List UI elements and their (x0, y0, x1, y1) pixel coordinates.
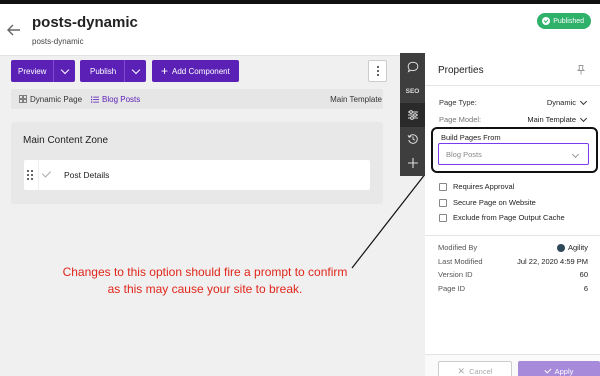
add-button[interactable] (400, 151, 425, 175)
checkbox[interactable] (439, 213, 447, 222)
drag-handle-icon[interactable] (27, 170, 33, 180)
panel-title: Properties (438, 65, 484, 76)
grid-icon (19, 95, 27, 103)
modified-by-label: Modified By (438, 243, 478, 252)
page-model-value: Main Template (527, 115, 576, 124)
breadcrumb: Dynamic Page Blog Posts Main Template (11, 89, 383, 109)
checkbox-label: Requires Approval (453, 182, 515, 191)
apply-button-label: Apply (554, 366, 574, 376)
checkbox[interactable] (439, 182, 447, 191)
properties-panel: Properties Page Type: Dynamic Page Model… (425, 53, 600, 376)
build-pages-from-select[interactable]: Blog Posts (438, 143, 589, 165)
add-component-button[interactable]: + Add Component (152, 60, 239, 82)
module-label: Post Details (64, 170, 110, 180)
version-id-label: Version ID (438, 270, 473, 279)
apply-button[interactable]: Apply (518, 361, 600, 376)
last-modified-label: Last Modified (438, 257, 483, 266)
seo-icon: SEO (405, 87, 420, 95)
checkbox-label: Secure Page on Website (453, 198, 536, 207)
checkbox[interactable] (439, 198, 447, 207)
breadcrumb-label: Dynamic Page (30, 94, 83, 104)
chevron-down-icon (131, 65, 140, 74)
page-model-label: Page Model: (439, 115, 482, 124)
pin-icon[interactable] (577, 65, 585, 75)
breadcrumb-item-blog-posts[interactable]: Blog Posts (91, 95, 140, 104)
chevron-down-icon (579, 114, 588, 122)
history-icon (407, 134, 418, 144)
preview-dropdown-toggle[interactable] (53, 60, 75, 82)
publish-button-label: Publish (90, 66, 117, 76)
add-component-label: Add Component (172, 66, 230, 76)
cancel-button[interactable]: ✕ Cancel (438, 361, 512, 376)
page-id-label: Page ID (438, 284, 466, 293)
breadcrumb-item-dynamic-page[interactable]: Dynamic Page (19, 95, 82, 104)
modified-by-value: Agility (556, 243, 588, 252)
check-icon (544, 366, 552, 374)
more-options-button[interactable] (368, 60, 387, 82)
back-arrow-icon[interactable] (7, 24, 21, 36)
requires-approval-checkbox[interactable]: Requires Approval (439, 182, 514, 191)
comments-button[interactable] (400, 55, 425, 79)
plus-icon: + (161, 64, 169, 78)
annotation-line: as this may cause your site to break. (107, 282, 303, 296)
check-icon (41, 168, 52, 178)
build-pages-from-value: Blog Posts (446, 150, 482, 159)
page-model-select[interactable]: Main Template (527, 114, 588, 124)
comment-icon (407, 61, 418, 73)
check-circle-icon (542, 17, 551, 25)
content-zone-title: Main Content Zone (23, 135, 109, 146)
plus-icon (407, 158, 418, 168)
history-button[interactable] (400, 127, 425, 151)
page-type-label: Page Type: (439, 98, 477, 107)
sliders-icon (407, 110, 418, 120)
content-zone: Main Content Zone Post Details (11, 122, 383, 204)
secure-page-checkbox[interactable]: Secure Page on Website (439, 198, 536, 207)
avatar (556, 243, 565, 252)
exclude-cache-checkbox[interactable]: Exclude from Page Output Cache (439, 213, 565, 222)
version-id-value: 60 (579, 270, 588, 279)
preview-button-label: Preview (18, 66, 47, 76)
publish-button[interactable]: Publish (80, 60, 147, 82)
page-type-value: Dynamic (546, 98, 576, 107)
preview-button[interactable]: Preview (11, 60, 76, 82)
status-badge-label: Published (553, 17, 584, 25)
annotation-text: Changes to this option should fire a pro… (10, 264, 400, 298)
page-header: posts-dynamic posts-dynamic Published (0, 4, 600, 56)
build-pages-from-label: Build Pages From (441, 133, 501, 142)
page-title: posts-dynamic (32, 14, 138, 31)
cancel-button-label: Cancel (469, 366, 493, 376)
template-name: Main Template (330, 94, 382, 104)
module-item[interactable]: Post Details (24, 160, 370, 190)
properties-button[interactable] (400, 103, 425, 127)
list-icon (91, 96, 100, 103)
last-modified-value: Jul 22, 2020 4:59 PM (517, 257, 588, 266)
panel-footer: ✕ Cancel Apply (425, 354, 600, 376)
page-type-select[interactable]: Dynamic (546, 97, 588, 107)
annotation-line: Changes to this option should fire a pro… (62, 265, 348, 279)
page-id-value: 6 (583, 284, 588, 293)
publish-dropdown-toggle[interactable] (124, 60, 146, 82)
chevron-down-icon (60, 65, 70, 74)
status-badge: Published (537, 13, 591, 29)
chevron-down-icon (571, 150, 580, 159)
tool-rail: SEO (400, 53, 425, 176)
seo-button[interactable]: SEO (400, 79, 425, 103)
page-subtitle: posts-dynamic (32, 37, 84, 46)
close-icon: ✕ (457, 365, 466, 376)
checkbox-label: Exclude from Page Output Cache (453, 213, 565, 222)
chevron-down-icon (579, 97, 588, 105)
page-editor-area: Preview Publish + Add Component Dynamic … (0, 56, 400, 376)
build-pages-from-highlight: Build Pages From Blog Posts (431, 127, 598, 173)
breadcrumb-label: Blog Posts (102, 94, 141, 104)
